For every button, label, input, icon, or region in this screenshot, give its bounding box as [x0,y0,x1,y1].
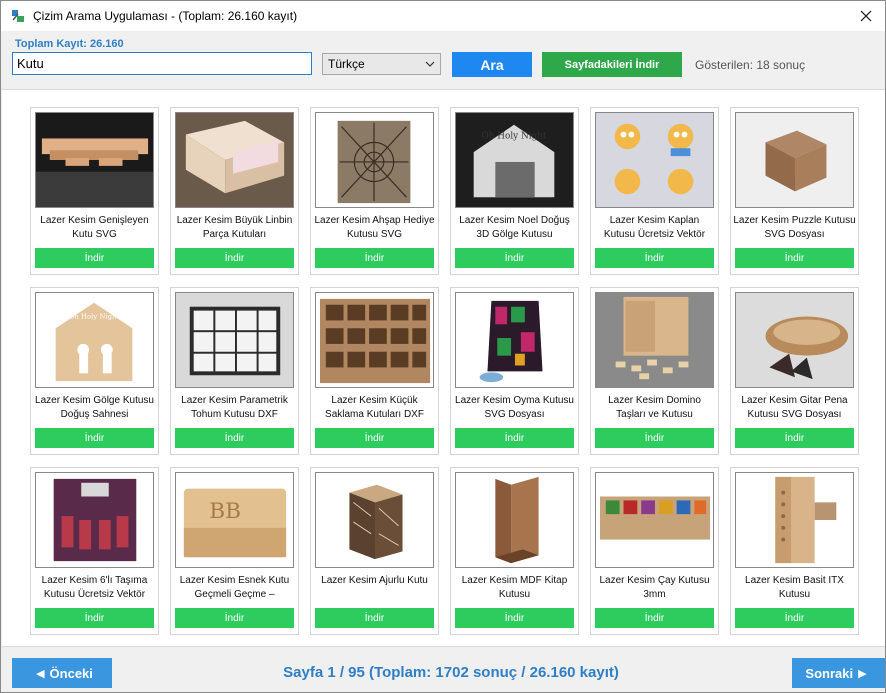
title-bar: Çizim Arama Uygulaması - (Toplam: 26.160… [1,1,885,31]
result-card: Oh Holy Night Lazer Kesim Gölge Kutusu Do… [30,287,159,455]
result-title: Lazer Kesim Gölge Kutusu Doğuş Sahnesi [35,395,154,420]
result-thumbnail[interactable] [35,112,154,208]
search-input[interactable] [12,52,312,75]
download-button[interactable]: İndir [735,608,854,628]
result-thumbnail[interactable] [315,472,434,568]
download-button[interactable]: İndir [455,608,574,628]
result-card: Lazer Kesim Parametrik Tohum Kutusu DXF İ… [170,287,299,455]
download-button[interactable]: İndir [315,428,434,448]
result-title: Lazer Kesim Basit ITX Kutusu [745,575,844,600]
result-card: Lazer Kesim Basit ITX Kutusu İndir [730,467,859,635]
download-button[interactable]: İndir [175,608,294,628]
download-button[interactable]: İndir [595,608,714,628]
result-card: Lazer Kesim Genişleyen Kutu SVG İndir [30,107,159,275]
result-thumbnail[interactable] [315,112,434,208]
result-thumbnail[interactable] [735,292,854,388]
prev-page-label: Önceki [49,665,93,681]
result-card: Lazer Kesim Puzzle Kutusu SVG Dosyası İnd… [730,107,859,275]
result-card: Lazer Kesim 6'lı Taşıma Kutusu Ücretsiz … [30,467,159,635]
total-records-label: Toplam Kayıt: 26.160 [15,38,124,50]
download-button[interactable]: İndir [455,248,574,268]
result-card: Lazer Kesim Gitar Pena Kutusu SVG Dosyas… [730,287,859,455]
result-title: Lazer Kesim Küçük Saklama Kutuları DXF [325,395,424,420]
result-card: BB Lazer Kesim Esnek Kutu Geçmeli Geçme –… [170,467,299,635]
result-card: Oh Holy Night Lazer Kesim Noel Doğuş 3D G… [450,107,579,275]
result-card: Lazer Kesim Büyük Linbin Parça Kutuları İ… [170,107,299,275]
result-card: Lazer Kesim Oyma Kutusu SVG Dosyası İndir [450,287,579,455]
result-title: Lazer Kesim Kaplan Kutusu Ücretsiz Vektö… [603,215,706,240]
result-thumbnail[interactable]: Oh Holy Night [35,292,154,388]
download-button[interactable]: İndir [595,248,714,268]
result-thumbnail[interactable] [595,112,714,208]
prev-page-button[interactable]: ◀ Önceki [12,658,112,688]
result-thumbnail[interactable] [455,472,574,568]
result-title: Lazer Kesim MDF Kitap Kutusu [461,575,568,600]
svg-text:Oh Holy Night: Oh Holy Night [482,131,547,141]
shown-results-label: Gösterilen: 18 sonuç [695,58,806,72]
result-title: Lazer Kesim Noel Doğuş 3D Gölge Kutusu [459,215,570,240]
result-thumbnail[interactable]: BB [175,472,294,568]
result-thumbnail[interactable] [35,472,154,568]
download-button[interactable]: İndir [315,608,434,628]
app-window: Çizim Arama Uygulaması - (Toplam: 26.160… [0,0,886,693]
result-card: Lazer Kesim Ahşap Hediye Kutusu SVG İndir [310,107,439,275]
result-card: Lazer Kesim Kaplan Kutusu Ücretsiz Vektö… [590,107,719,275]
download-button[interactable]: İndir [35,248,154,268]
arrow-right-icon: ▶ [858,667,867,680]
result-title: Lazer Kesim Esnek Kutu Geçmeli Geçme – [179,575,290,600]
download-button[interactable]: İndir [595,428,714,448]
app-icon [10,8,26,24]
download-button[interactable]: İndir [315,248,434,268]
result-title: Lazer Kesim Puzzle Kutusu SVG Dosyası [733,215,856,240]
result-thumbnail[interactable] [315,292,434,388]
page-info: Sayfa 1 / 95 (Toplam: 1702 sonuç / 26.16… [283,664,619,681]
result-card: Lazer Kesim Ajurlu Kutu İndir [310,467,439,635]
download-page-button[interactable]: Sayfadakileri İndir [542,52,682,77]
download-button[interactable]: İndir [175,428,294,448]
search-button[interactable]: Ara [452,52,532,77]
language-select-value: Türkçe [328,57,365,71]
next-page-label: Sonraki [805,665,854,681]
window-title: Çizim Arama Uygulaması - (Toplam: 26.160… [33,9,298,23]
download-button[interactable]: İndir [35,608,154,628]
result-thumbnail[interactable] [455,292,574,388]
language-select[interactable]: Türkçe [322,53,441,75]
results-grid: Lazer Kesim Genişleyen Kutu SVG İndir Laze… [2,89,885,647]
chevron-down-icon [424,57,436,71]
result-thumbnail[interactable] [175,112,294,208]
result-card: Lazer Kesim Domino Taşları ve Kutusu İndi… [590,287,719,455]
result-title: Lazer Kesim 6'lı Taşıma Kutusu Ücretsiz … [41,575,148,600]
result-title: Lazer Kesim Parametrik Tohum Kutusu DXF [181,395,288,420]
result-title: Lazer Kesim Domino Taşları ve Kutusu [608,395,701,420]
download-button[interactable]: İndir [735,248,854,268]
download-button[interactable]: İndir [175,248,294,268]
download-button[interactable]: İndir [455,428,574,448]
result-card: Lazer Kesim MDF Kitap Kutusu İndir [450,467,579,635]
download-button[interactable]: İndir [35,428,154,448]
result-thumbnail[interactable] [735,472,854,568]
result-title: Lazer Kesim Ahşap Hediye Kutusu SVG [314,215,435,240]
result-title: Lazer Kesim Genişleyen Kutu SVG [40,215,149,240]
svg-text:BB: BB [209,499,241,524]
result-title: Lazer Kesim Çay Kutusu 3mm [599,575,710,600]
result-card: Lazer Kesim Küçük Saklama Kutuları DXF İn… [310,287,439,455]
result-thumbnail[interactable] [595,292,714,388]
result-title: Lazer Kesim Gitar Pena Kutusu SVG Dosyas… [741,395,848,420]
result-title: Lazer Kesim Büyük Linbin Parça Kutuları [176,215,293,240]
next-page-button[interactable]: Sonraki ▶ [792,658,885,688]
result-thumbnail[interactable] [595,472,714,568]
result-thumbnail[interactable]: Oh Holy Night [455,112,574,208]
result-title: Lazer Kesim Oyma Kutusu SVG Dosyası [455,395,574,420]
svg-text:Oh Holy Night: Oh Holy Night [69,312,120,320]
arrow-left-icon: ◀ [36,667,45,680]
result-title: Lazer Kesim Ajurlu Kutu [321,575,428,586]
result-thumbnail[interactable] [175,292,294,388]
result-thumbnail[interactable] [735,112,854,208]
download-button[interactable]: İndir [735,428,854,448]
result-card: Lazer Kesim Çay Kutusu 3mm İndir [590,467,719,635]
close-icon[interactable] [853,4,879,28]
